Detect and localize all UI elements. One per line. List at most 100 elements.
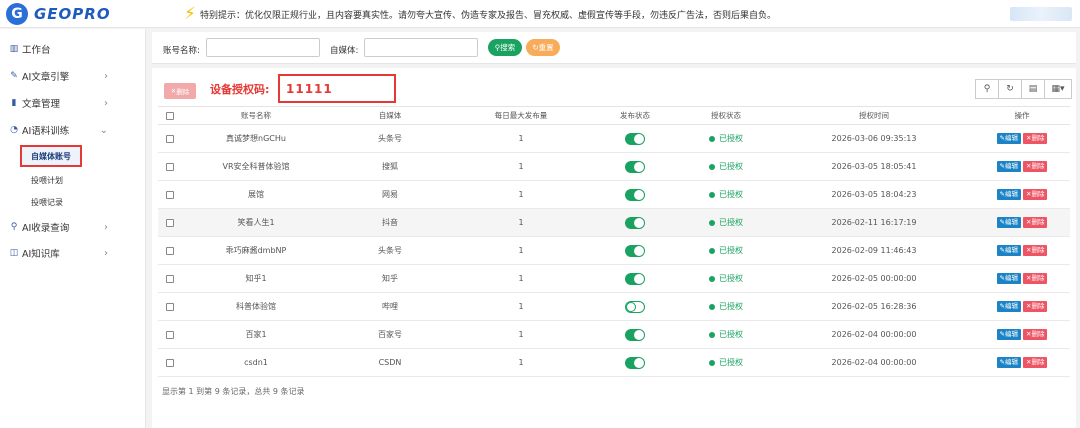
- delete-button[interactable]: ✕删除: [1023, 357, 1048, 368]
- publish-toggle[interactable]: [625, 272, 645, 285]
- edit-button[interactable]: ✎编辑: [996, 189, 1021, 200]
- toggle-knob: [634, 189, 644, 200]
- row-checkbox[interactable]: [166, 330, 174, 339]
- publish-status-cell: [592, 152, 678, 181]
- delete-button[interactable]: ✕删除: [1023, 245, 1048, 256]
- delete-button[interactable]: ✕删除: [1023, 301, 1048, 312]
- table-row[interactable]: 展馆 网易 1 已授权 2026-03-05 18:04:23 ✎编辑 ✕删除: [158, 180, 1070, 209]
- sidebar-item-ai-knowledge-base[interactable]: ◫ AI知识库 ›: [0, 241, 146, 265]
- column-header[interactable]: 授权时间: [774, 106, 974, 125]
- table-row[interactable]: 乖巧麻酱dmbNP 头条号 1 已授权 2026-02-09 11:46:43 ✎编辑 ✕删…: [158, 236, 1070, 265]
- edit-button[interactable]: ✎编辑: [996, 133, 1021, 144]
- actions-cell: ✎编辑 ✕删除: [974, 348, 1070, 377]
- media-cell: 网易: [330, 180, 450, 209]
- select-all-checkbox[interactable]: [166, 112, 174, 120]
- row-select-cell[interactable]: [158, 124, 182, 153]
- delete-button[interactable]: ✕删除: [1023, 217, 1048, 228]
- search-toggle-button[interactable]: ⚲: [975, 79, 999, 99]
- column-header[interactable]: 每日最大发布量: [450, 106, 592, 125]
- row-select-cell[interactable]: [158, 236, 182, 265]
- media-input[interactable]: [364, 38, 478, 57]
- row-checkbox[interactable]: [166, 274, 174, 283]
- table-row[interactable]: VR安全科普体验馆 搜狐 1 已授权 2026-03-05 18:05:41 ✎编辑 ✕删除: [158, 152, 1070, 181]
- row-checkbox[interactable]: [166, 190, 174, 199]
- publish-toggle[interactable]: [625, 300, 645, 313]
- edit-button[interactable]: ✎编辑: [996, 245, 1021, 256]
- publish-status-cell: [592, 208, 678, 237]
- account-name-input[interactable]: [206, 38, 320, 57]
- search-button[interactable]: ⚲ 搜索: [488, 39, 522, 56]
- row-checkbox[interactable]: [166, 246, 174, 255]
- column-header[interactable]: 发布状态: [592, 106, 678, 125]
- toggle-view-button[interactable]: ▤: [1021, 79, 1045, 99]
- sidebar-item-article-management[interactable]: ▮ 文章管理 ›: [0, 91, 146, 115]
- bulk-delete-button[interactable]: ✕ 删除: [164, 83, 196, 99]
- table-row[interactable]: 百家1 百家号 1 已授权 2026-02-04 00:00:00 ✎编辑 ✕删除: [158, 320, 1070, 349]
- edit-button[interactable]: ✎编辑: [996, 329, 1021, 340]
- row-checkbox[interactable]: [166, 218, 174, 227]
- publish-toggle[interactable]: [625, 132, 645, 145]
- edit-button[interactable]: ✎编辑: [996, 273, 1021, 284]
- delete-button[interactable]: ✕删除: [1023, 133, 1048, 144]
- table-row[interactable]: 科普体验馆 哔哩 1 已授权 2026-02-05 16:28:36 ✎编辑 ✕删除: [158, 292, 1070, 321]
- auth-time-cell: 2026-03-05 18:05:41: [774, 152, 974, 181]
- row-select-cell[interactable]: [158, 320, 182, 349]
- logo[interactable]: G GEOPRO: [6, 3, 111, 25]
- row-select-cell[interactable]: [158, 348, 182, 377]
- sidebar-subitem-feed-plan[interactable]: 投喂计划: [31, 175, 63, 186]
- publish-toggle[interactable]: [625, 216, 645, 229]
- edit-button[interactable]: ✎编辑: [996, 357, 1021, 368]
- book-icon: ▮: [11, 98, 17, 108]
- status-badge: 已授权: [719, 190, 743, 199]
- column-header[interactable]: 授权状态: [678, 106, 774, 125]
- actions-cell: ✎编辑 ✕删除: [974, 180, 1070, 209]
- row-select-cell[interactable]: [158, 180, 182, 209]
- actions-cell: ✎编辑 ✕删除: [974, 208, 1070, 237]
- user-avatar[interactable]: [1010, 7, 1072, 21]
- row-checkbox[interactable]: [166, 358, 174, 367]
- delete-button[interactable]: ✕删除: [1023, 189, 1048, 200]
- select-all-cell[interactable]: [158, 106, 182, 125]
- delete-button[interactable]: ✕删除: [1023, 273, 1048, 284]
- table-row[interactable]: 知乎1 知乎 1 已授权 2026-02-05 00:00:00 ✎编辑 ✕删除: [158, 264, 1070, 293]
- sidebar-subitem-feed-records[interactable]: 投喂记录: [31, 197, 63, 208]
- sidebar-item-label: 工作台: [22, 45, 51, 56]
- row-checkbox[interactable]: [166, 162, 174, 171]
- edit-button[interactable]: ✎编辑: [996, 161, 1021, 172]
- column-header[interactable]: 账号名称: [182, 106, 330, 125]
- sidebar-subitem-media-accounts[interactable]: 自媒体账号: [20, 145, 82, 167]
- delete-button[interactable]: ✕删除: [1023, 329, 1048, 340]
- sidebar-item-ai-article-engine[interactable]: ✎ AI文章引擎 ›: [0, 64, 146, 88]
- edit-button[interactable]: ✎编辑: [996, 301, 1021, 312]
- auth-time-cell: 2026-03-06 09:35:13: [774, 124, 974, 153]
- chevron-right-icon: ›: [104, 221, 108, 233]
- columns-dropdown-button[interactable]: ▦▾: [1044, 79, 1072, 99]
- publish-toggle[interactable]: [625, 356, 645, 369]
- publish-toggle[interactable]: [625, 244, 645, 257]
- table-row[interactable]: 笑看人生1 抖音 1 已授权 2026-02-11 16:17:19 ✎编辑 ✕删除: [158, 208, 1070, 237]
- delete-button[interactable]: ✕删除: [1023, 161, 1048, 172]
- sidebar-item-ai-corpus-training[interactable]: ◔ AI语料训练 ⌄: [0, 118, 146, 142]
- publish-toggle[interactable]: [625, 160, 645, 173]
- row-checkbox[interactable]: [166, 302, 174, 311]
- row-select-cell[interactable]: [158, 208, 182, 237]
- edit-button[interactable]: ✎编辑: [996, 217, 1021, 228]
- refresh-button[interactable]: ↻: [998, 79, 1022, 99]
- row-select-cell[interactable]: [158, 264, 182, 293]
- table-row[interactable]: 真诚梦想nGCHu 头条号 1 已授权 2026-03-06 09:35:13 ✎编辑 ✕删…: [158, 124, 1070, 153]
- publish-status-cell: [592, 124, 678, 153]
- row-select-cell[interactable]: [158, 292, 182, 321]
- column-header[interactable]: 自媒体: [330, 106, 450, 125]
- max-publish-cell: 1: [450, 152, 592, 181]
- sidebar-item-label: AI知识库: [22, 249, 60, 260]
- table-row[interactable]: csdn1 CSDN 1 已授权 2026-02-04 00:00:00 ✎编辑 ✕删除: [158, 348, 1070, 377]
- status-dot-icon: [709, 331, 715, 338]
- row-select-cell[interactable]: [158, 152, 182, 181]
- row-checkbox[interactable]: [166, 134, 174, 143]
- reset-button[interactable]: ↻ 重置: [526, 39, 560, 56]
- sidebar-item-dashboard[interactable]: ▥ 工作台: [0, 37, 146, 61]
- status-dot-icon: [709, 359, 715, 366]
- publish-toggle[interactable]: [625, 188, 645, 201]
- sidebar-item-ai-index-query[interactable]: ⚲ AI收录查询 ›: [0, 215, 146, 239]
- publish-toggle[interactable]: [625, 328, 645, 341]
